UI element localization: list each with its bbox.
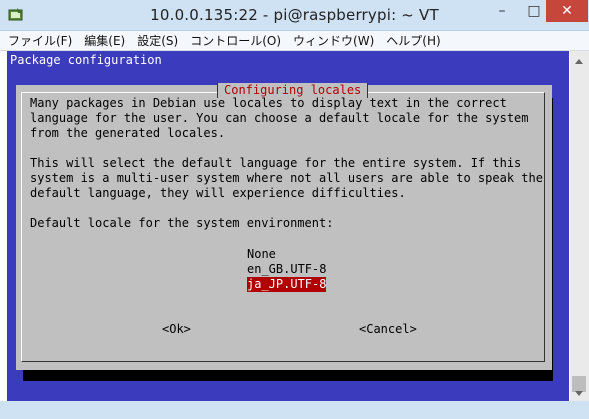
scroll-up-arrow-icon[interactable] <box>575 59 583 64</box>
window-bottom-edge <box>0 401 589 419</box>
dialog-description: Many packages in Debian use locales to d… <box>30 96 543 230</box>
minimize-icon[interactable]: – <box>488 0 516 22</box>
locale-list: None en_GB.UTF-8 ja_JP.UTF-8 <box>247 247 327 292</box>
vertical-scrollbar[interactable] <box>570 51 589 401</box>
menu-window[interactable]: ウィンドウ(W) <box>293 32 374 49</box>
package-configuration-header: Package configuration <box>10 53 162 67</box>
locale-dialog: Configuring locales Many packages in Deb… <box>16 83 552 370</box>
menu-file[interactable]: ファイル(F) <box>8 32 72 49</box>
window-titlebar: 10.0.0.135:22 - pi@raspberrypi: ~ VT – □… <box>0 0 589 31</box>
scroll-down-arrow-icon[interactable] <box>575 391 583 396</box>
maximize-icon[interactable]: □ <box>520 0 548 22</box>
terminal-screen[interactable]: Package configuration Configuring locale… <box>7 51 569 401</box>
locale-option-none[interactable]: None <box>247 247 326 262</box>
menu-settings[interactable]: 設定(S) <box>137 32 178 49</box>
menu-help[interactable]: ヘルプ(H) <box>386 32 440 49</box>
menu-edit[interactable]: 編集(E) <box>84 32 125 49</box>
locale-option-ja-jp[interactable]: ja_JP.UTF-8 <box>247 277 327 292</box>
locale-option-en-gb[interactable]: en_GB.UTF-8 <box>247 262 326 277</box>
menu-bar: ファイル(F) 編集(E) 設定(S) コントロール(O) ウィンドウ(W) ヘ… <box>0 31 589 51</box>
menu-control[interactable]: コントロール(O) <box>190 32 281 49</box>
close-icon[interactable]: ✕ <box>546 0 588 22</box>
cancel-button[interactable]: <Cancel> <box>359 322 417 337</box>
ok-button[interactable]: <Ok> <box>162 322 191 337</box>
scrollbar-thumb[interactable] <box>572 376 586 392</box>
